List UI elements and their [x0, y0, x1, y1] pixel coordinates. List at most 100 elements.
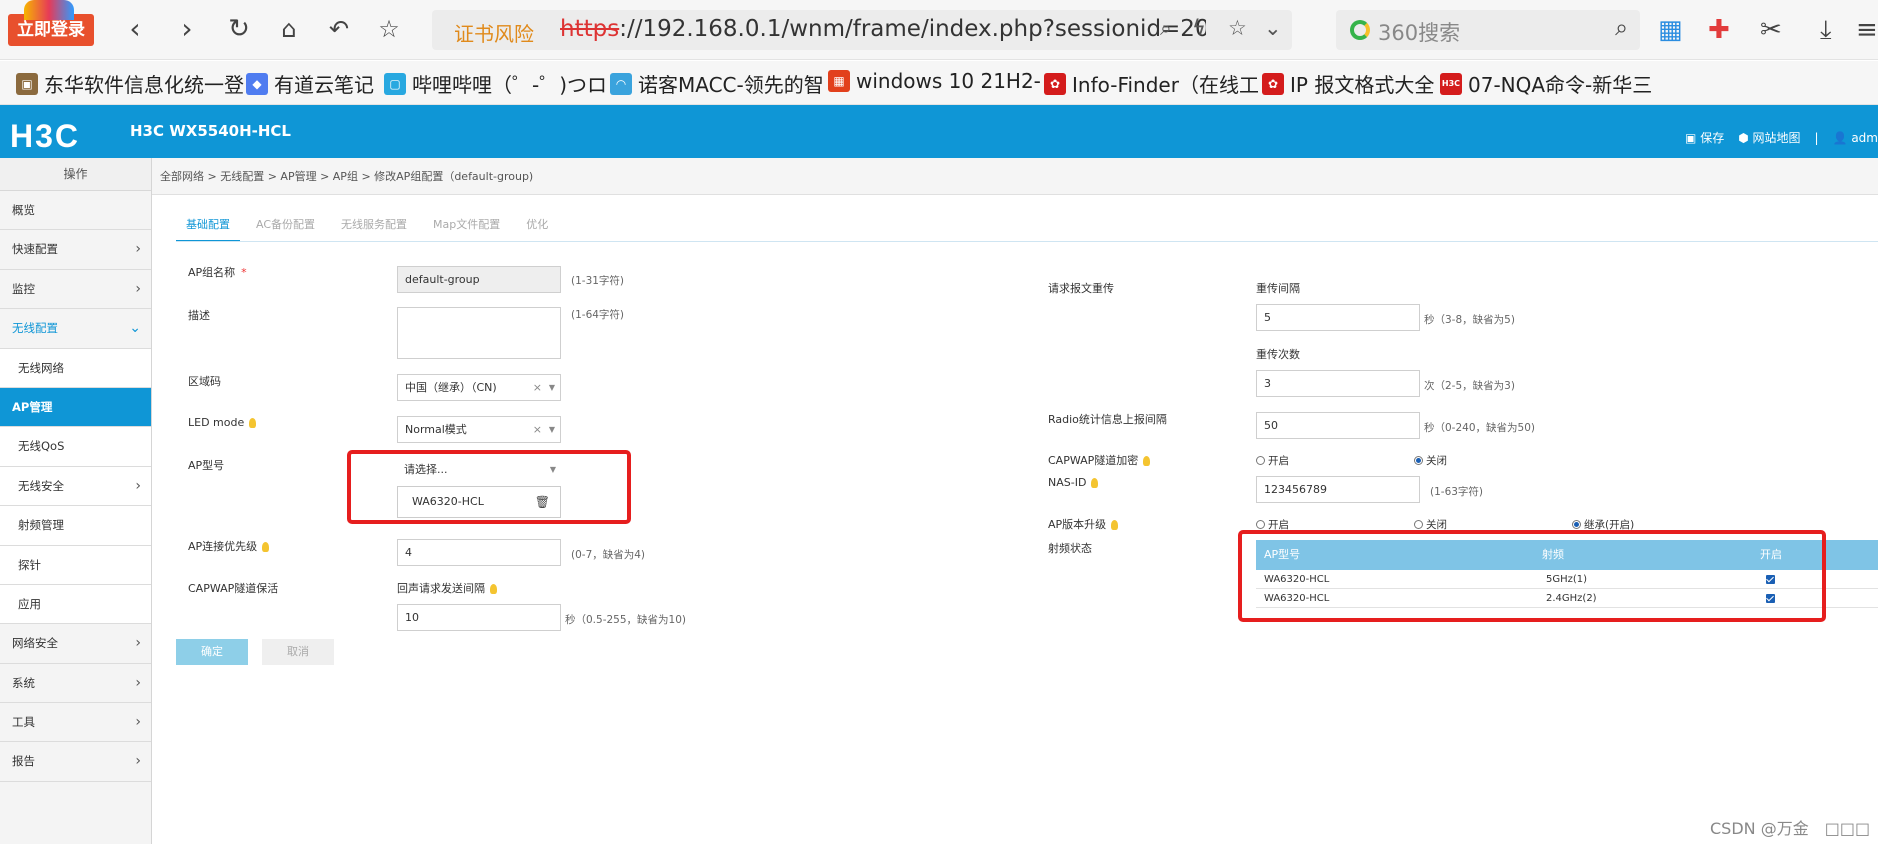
menu-icon[interactable]: ≡ [1856, 13, 1878, 47]
sidebar-item[interactable]: 监控 › [0, 270, 151, 310]
game-icon[interactable]: ✚ [1708, 13, 1730, 47]
sidebar-item[interactable]: 概览 [0, 191, 151, 231]
bookmark-item[interactable]: ▦ windows 10 21H2- [828, 69, 1041, 93]
cancel-button[interactable]: 取消 [262, 639, 334, 665]
bookmark-item[interactable]: ✿ IP 报文格式大全 [1262, 69, 1434, 98]
bookmark-item[interactable]: ▢ 哔哩哔哩（゜-゜)つロ [384, 69, 607, 98]
chevron-right-icon: › [135, 477, 141, 494]
interval-input[interactable]: 5 [1256, 304, 1420, 331]
zoom-icon[interactable]: ⌕ [1160, 16, 1172, 41]
sidebar-item[interactable]: 报告 › [0, 742, 151, 782]
user-action[interactable]: 👤 adm [1833, 131, 1878, 145]
sidebar-item[interactable]: AP管理 [0, 387, 151, 428]
desc-textarea[interactable] [397, 307, 561, 359]
dropdown-arrow-icon[interactable]: ▼ [549, 417, 555, 442]
dropdown-chevron-icon[interactable]: ⌄ [1264, 16, 1282, 40]
sidebar-item-label: 监控 [12, 281, 35, 296]
tab[interactable]: 优化 [516, 208, 558, 242]
home-icon[interactable]: ⌂ [272, 12, 306, 46]
tip-bulb-icon[interactable] [1143, 456, 1151, 466]
sidebar-item[interactable]: 系统 › [0, 664, 151, 704]
apps-grid-icon[interactable]: ▦ [1658, 13, 1683, 47]
sidebar-item[interactable]: 工具 › [0, 703, 151, 743]
forward-icon[interactable]: › [170, 12, 204, 46]
tab[interactable]: AC备份配置 [246, 208, 325, 242]
retrans-label: 请求报文重传 [1048, 282, 1114, 295]
nas-input[interactable]: 123456789 [1256, 476, 1420, 503]
led-select[interactable]: Normal模式 × ▼ [397, 416, 561, 443]
sidebar-item-label: 无线配置 [12, 321, 58, 336]
url-protocol: https [560, 16, 620, 42]
ok-button[interactable]: 确定 [176, 639, 248, 665]
save-action[interactable]: ▣ 保存 [1685, 129, 1724, 146]
region-select[interactable]: 中国（继承）（CN) × ▼ [397, 374, 561, 401]
bookmark-favicon-icon: ◠ [610, 72, 632, 95]
sidebar-item[interactable]: 无线安全 › [0, 466, 151, 507]
sidebar-item[interactable]: 应用 [0, 584, 151, 625]
chevron-right-icon: › [135, 674, 141, 691]
back-icon[interactable]: ‹ [118, 12, 152, 46]
address-bar[interactable]: 证书风险 https://192.168.0.1/wnm/frame/index… [432, 10, 1292, 50]
radio-dot [1414, 520, 1423, 529]
search-icon[interactable]: ⌕ [1615, 15, 1628, 41]
tip-bulb-icon[interactable] [1091, 478, 1099, 488]
radio-stat-input[interactable]: 50 [1256, 412, 1420, 439]
sidebar-item-label: 网络安全 [12, 636, 58, 651]
bookmark-item[interactable]: H3C 07-NQA命令-新华三 [1440, 69, 1652, 98]
sidebar-item[interactable]: 快速配置 › [0, 230, 151, 270]
sitemap-label: 网站地图 [1752, 131, 1801, 145]
login-badge[interactable]: 立即登录 [8, 0, 94, 46]
group-name-input[interactable]: default-group [397, 266, 561, 293]
tab[interactable]: 无线服务配置 [331, 208, 417, 242]
cert-warning[interactable]: 证书风险 [454, 18, 534, 47]
count-label: 重传次数 [1256, 348, 1300, 361]
tab[interactable]: 基础配置 [176, 208, 240, 242]
sidebar-item[interactable]: 无线网络 [0, 348, 151, 388]
priority-input[interactable]: 4 [397, 539, 561, 566]
tip-bulb-icon[interactable] [490, 584, 497, 594]
count-input[interactable]: 3 [1256, 370, 1420, 397]
echo-input[interactable]: 10 [397, 604, 561, 631]
bookmark-item[interactable]: ◆ 有道云笔记 [246, 69, 374, 98]
sitemap-action[interactable]: ⬢ 网站地图 [1738, 129, 1800, 146]
search-placeholder: 360搜索 [1378, 21, 1461, 45]
scissors-icon[interactable]: ✂ [1760, 13, 1782, 47]
search-box[interactable]: 360搜索 ⌕ [1336, 10, 1640, 50]
url-text[interactable]: https://192.168.0.1/wnm/frame/index.php?… [560, 16, 1206, 42]
sidebar-item[interactable]: 无线QoS [0, 427, 151, 467]
sidebar-item[interactable]: 无线配置 ⌄ [0, 309, 151, 349]
tab[interactable]: Map文件配置 [423, 208, 510, 242]
bookmark-item[interactable]: ◠ 诺客MACC-领先的智 [610, 69, 824, 98]
dropdown-arrow-icon[interactable]: ▼ [549, 375, 555, 400]
tip-bulb-icon[interactable] [249, 418, 257, 428]
clear-icon[interactable]: × [533, 417, 542, 442]
undo-icon[interactable]: ↶ [322, 12, 356, 46]
encrypt-label-text: CAPWAP隧道加密 [1048, 454, 1139, 467]
divider: | [1814, 130, 1819, 145]
bookmark-favicon-icon: ✿ [1262, 72, 1284, 95]
search-engine-icon [1350, 20, 1370, 40]
sidebar-item[interactable]: 射频管理 [0, 506, 151, 546]
bookmark-star-icon[interactable]: ☆ [1228, 16, 1247, 40]
bookmark-item[interactable]: ▣ 东华软件信息化统一登 [16, 69, 244, 98]
bookmark-label: 诺客MACC-领先的智 [638, 73, 824, 97]
encrypt-label: CAPWAP隧道加密 [1048, 452, 1151, 468]
sidebar-items: 概览 快速配置 › 监控 › 无线配置 ⌄ 无线网络 AP管理 无线QoS 无线安全 › 射频管理 探针应… [0, 191, 151, 782]
download-icon[interactable]: ⤓ [1820, 13, 1832, 47]
favorite-star-icon[interactable]: ☆ [372, 12, 406, 46]
region-label: 区域码 [188, 375, 221, 388]
bookmark-label: 有道云笔记 [274, 73, 374, 97]
watermark: CSDN @万金 □□□ [1710, 819, 1871, 838]
lightning-icon[interactable]: ϟ [1192, 16, 1206, 40]
tip-bulb-icon[interactable] [262, 542, 270, 552]
encrypt-off-radio[interactable]: 关闭 [1414, 453, 1447, 468]
upgrade-label-text: AP版本升级 [1048, 518, 1107, 531]
sidebar-item[interactable]: 网络安全 › [0, 624, 151, 664]
clear-icon[interactable]: × [533, 375, 542, 400]
keepalive-label: CAPWAP隧道保活 [188, 582, 279, 595]
refresh-icon[interactable]: ↻ [222, 12, 256, 46]
tip-bulb-icon[interactable] [1111, 520, 1119, 530]
encrypt-on-radio[interactable]: 开启 [1256, 453, 1289, 468]
sidebar-item[interactable]: 探针 [0, 545, 151, 585]
bookmark-item[interactable]: ✿ Info-Finder（在线工 [1044, 69, 1259, 98]
